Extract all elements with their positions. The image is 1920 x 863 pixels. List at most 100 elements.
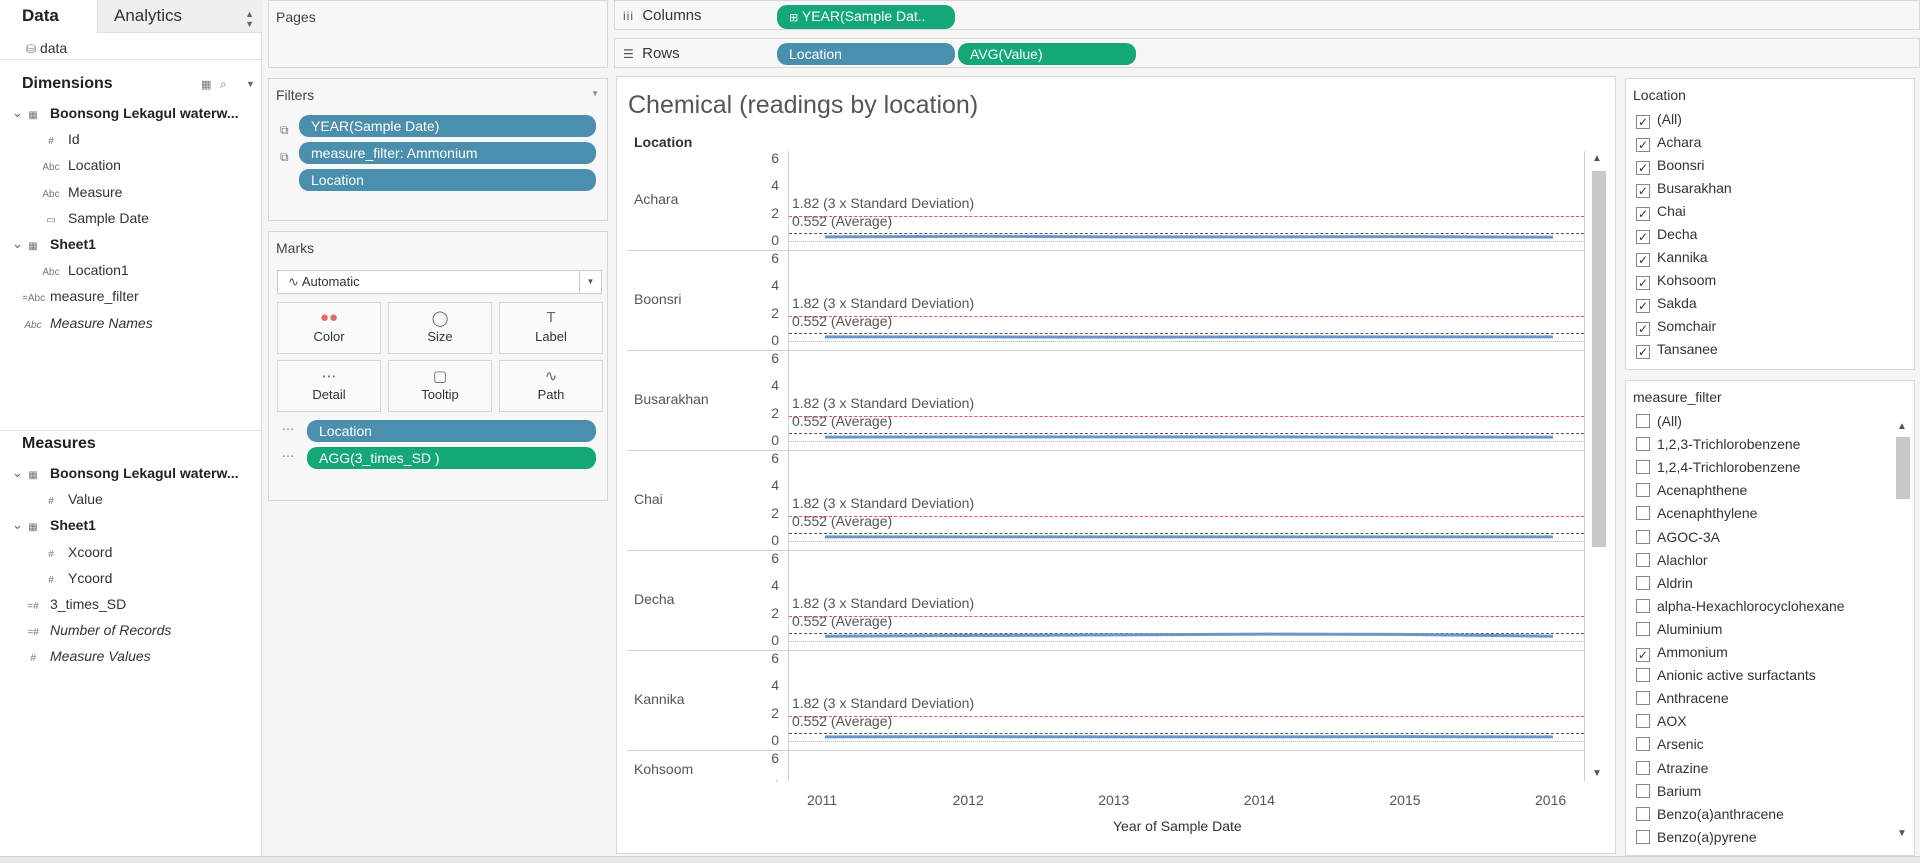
filter-pill[interactable]: measure_filter: Ammonium	[299, 142, 596, 164]
columns-pill-year[interactable]: ⊞ YEAR(Sample Dat..	[777, 5, 955, 29]
filter-pill[interactable]: Location	[299, 169, 596, 191]
row-label[interactable]: Kannika	[634, 691, 685, 707]
measures-field[interactable]: # Xcoord	[40, 542, 112, 562]
checkbox-icon[interactable]	[1636, 460, 1650, 475]
measures-field[interactable]: # Ycoord	[40, 568, 112, 588]
measure-filter-option[interactable]: Barium	[1636, 781, 1701, 801]
dimensions-menu-icon[interactable]: ▼	[246, 79, 255, 89]
measures-field[interactable]: # Measure Values	[22, 646, 150, 666]
series-line[interactable]	[824, 632, 1554, 638]
location-filter-option[interactable]: Kannika	[1636, 247, 1708, 267]
chart-scrollbar[interactable]: ▲ ▼	[1589, 151, 1609, 781]
scroll-up-icon[interactable]: ▲	[1897, 421, 1907, 432]
checkbox-icon[interactable]	[1636, 783, 1650, 798]
checkbox-checked-icon[interactable]	[1636, 161, 1650, 175]
measure-filter-option[interactable]: Benzo(a)anthracene	[1636, 804, 1784, 824]
row-label[interactable]: Chai	[634, 491, 663, 507]
measure-filter-option[interactable]: AGOC-3A	[1636, 527, 1720, 547]
tab-analytics[interactable]: Analytics ▲ ▼	[97, 0, 262, 33]
scroll-down-icon[interactable]: ▼	[1592, 768, 1602, 779]
row-label[interactable]: Decha	[634, 591, 674, 607]
scroll-up-icon[interactable]: ▲	[1592, 153, 1602, 164]
checkbox-icon[interactable]	[1636, 483, 1650, 498]
rows-shelf[interactable]: ☰ Rows Location AVG(Value)	[614, 38, 1920, 68]
measure-filter-option[interactable]: Benzo(a)pyrene	[1636, 827, 1757, 847]
series-line[interactable]	[824, 234, 1554, 239]
dimensions-field[interactable]: =Abc measure_filter	[22, 286, 139, 306]
location-filter-option[interactable]: Achara	[1636, 132, 1701, 152]
measure-filter-option[interactable]: Acenaphthene	[1636, 480, 1747, 500]
filter-pill[interactable]: YEAR(Sample Date)	[299, 115, 596, 137]
checkbox-icon[interactable]	[1636, 668, 1650, 683]
checkbox-icon[interactable]	[1636, 621, 1650, 636]
row-label[interactable]: Achara	[634, 191, 678, 207]
rows-pill-location[interactable]: Location	[777, 43, 955, 65]
search-icon[interactable]: ⌕	[220, 77, 227, 92]
measure-filter-option[interactable]: Anionic active surfactants	[1636, 665, 1816, 685]
measures-field[interactable]: # Value	[40, 489, 103, 509]
checkbox-icon[interactable]	[1636, 598, 1650, 613]
dimensions-field[interactable]: Abc Location	[40, 155, 121, 175]
scroll-down-icon[interactable]: ▼	[1897, 828, 1907, 839]
measures-field[interactable]: ▦ Sheet1	[22, 515, 96, 535]
measure-filter-scrollbar[interactable]: ▲ ▼	[1894, 419, 1912, 841]
data-source[interactable]: ⛁ data	[26, 40, 67, 56]
dimensions-field[interactable]: ▭ Sample Date	[40, 208, 149, 228]
marks-pill[interactable]: AGG(3_times_SD )	[307, 447, 596, 469]
checkbox-checked-icon[interactable]	[1636, 230, 1650, 244]
marks-tooltip-button[interactable]: ▢ Tooltip	[388, 360, 492, 412]
checkbox-checked-icon[interactable]	[1636, 184, 1650, 198]
marks-label-button[interactable]: T Label	[499, 302, 603, 354]
filters-menu-icon[interactable]: ▼	[591, 89, 599, 98]
marks-path-button[interactable]: ∿ Path	[499, 360, 603, 412]
checkbox-checked-icon[interactable]	[1636, 648, 1650, 662]
row-label[interactable]: Kohsoom	[634, 761, 693, 777]
location-filter-option[interactable]: Kohsoom	[1636, 270, 1716, 290]
marks-detail-button[interactable]: ⋯ Detail	[277, 360, 381, 412]
filters-shelf[interactable]: Filters ▼ ⧉ YEAR(Sample Date) ⧉ measure_fil…	[268, 78, 608, 221]
checkbox-icon[interactable]	[1636, 529, 1650, 544]
location-filter-option[interactable]: Tansanee	[1636, 339, 1718, 359]
checkbox-icon[interactable]	[1636, 806, 1650, 821]
tab-data[interactable]: Data	[0, 0, 97, 33]
marks-color-button[interactable]: ●● Color	[277, 302, 381, 354]
measures-field[interactable]: =# Number of Records	[22, 620, 171, 640]
measure-filter-option[interactable]: 1,2,3-Trichlorobenzene	[1636, 434, 1800, 454]
dimensions-field[interactable]: Abc Measure	[40, 182, 122, 202]
checkbox-checked-icon[interactable]	[1636, 299, 1650, 313]
measure-filter-option[interactable]: Acenaphthylene	[1636, 503, 1757, 523]
checkbox-checked-icon[interactable]	[1636, 115, 1650, 129]
dimensions-field[interactable]: ▦ Boonsong Lekagul waterw...	[22, 103, 238, 123]
row-label[interactable]: Busarakhan	[634, 391, 709, 407]
row-label[interactable]: Boonsri	[634, 291, 681, 307]
dimensions-field[interactable]: Abc Location1	[40, 260, 128, 280]
checkbox-checked-icon[interactable]	[1636, 138, 1650, 152]
location-filter-option[interactable]: Sakda	[1636, 293, 1697, 313]
measure-filter-option[interactable]: Anthracene	[1636, 688, 1729, 708]
checkbox-icon[interactable]	[1636, 829, 1650, 844]
location-filter-option[interactable]: Chai	[1636, 201, 1686, 221]
checkbox-checked-icon[interactable]	[1636, 253, 1650, 267]
checkbox-icon[interactable]	[1636, 737, 1650, 752]
caret-updown-icon[interactable]: ▲ ▼	[245, 9, 254, 29]
chevron-down-icon[interactable]: ▼	[579, 271, 601, 293]
measure-filter-option[interactable]: Ammonium	[1636, 642, 1728, 662]
measures-field[interactable]: =# 3_times_SD	[22, 594, 126, 614]
checkbox-checked-icon[interactable]	[1636, 322, 1650, 336]
measure-filter-option[interactable]: Atrazine	[1636, 758, 1708, 778]
measure-filter-option[interactable]: 1,2,4-Trichlorobenzene	[1636, 457, 1800, 477]
location-filter-option[interactable]: Somchair	[1636, 316, 1716, 336]
measure-filter-option[interactable]: Aluminium	[1636, 619, 1722, 639]
columns-shelf[interactable]: iii Columns ⊞ YEAR(Sample Dat..	[614, 0, 1920, 30]
checkbox-checked-icon[interactable]	[1636, 345, 1650, 359]
marks-pill[interactable]: Location	[307, 420, 596, 442]
checkbox-checked-icon[interactable]	[1636, 207, 1650, 221]
checkbox-icon[interactable]	[1636, 506, 1650, 521]
checkbox-icon[interactable]	[1636, 760, 1650, 775]
checkbox-icon[interactable]	[1636, 414, 1650, 428]
pages-shelf[interactable]: Pages	[268, 0, 608, 68]
dimensions-field[interactable]: # Id	[40, 129, 79, 149]
scroll-thumb[interactable]	[1896, 437, 1910, 499]
measure-filter-option[interactable]: alpha-Hexachlorocyclohexane	[1636, 596, 1845, 616]
checkbox-icon[interactable]	[1636, 437, 1650, 452]
